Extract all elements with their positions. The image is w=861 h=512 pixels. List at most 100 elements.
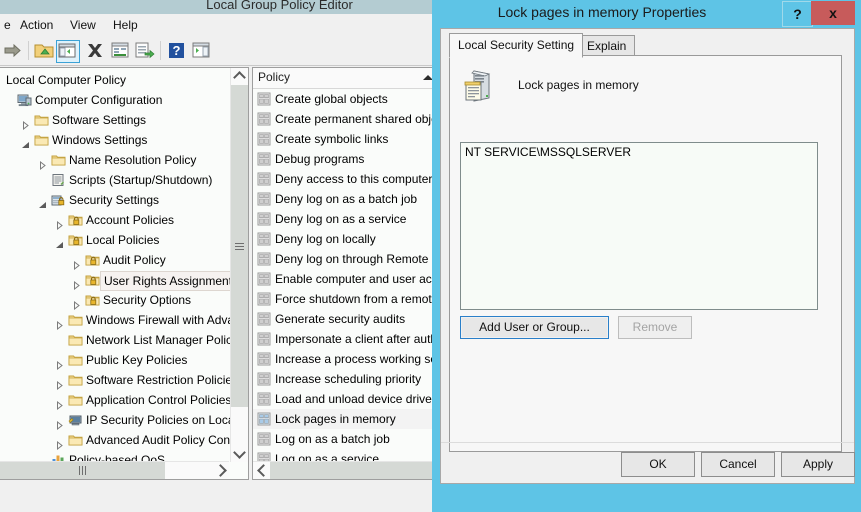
tree-item-application-control-policies[interactable]: Application Control Policies — [0, 390, 228, 410]
chevron-right-icon[interactable] — [21, 116, 30, 125]
policy-setting-icon — [257, 412, 271, 426]
chevron-right-icon[interactable] — [55, 316, 64, 325]
tree-item-audit-policy[interactable]: Audit Policy — [0, 250, 228, 270]
table-row[interactable]: Log on as a batch job — [253, 429, 439, 449]
tree-item-network-list-manager-policie[interactable]: Network List Manager Policie — [0, 330, 228, 350]
chevron-right-icon[interactable] — [55, 376, 64, 385]
tree-item-scripts-startup-shutdown[interactable]: Scripts (Startup/Shutdown) — [0, 170, 228, 190]
cancel-button[interactable]: Cancel — [701, 452, 775, 477]
table-row[interactable]: Increase scheduling priority — [253, 369, 439, 389]
export-list-icon[interactable] — [133, 40, 155, 61]
table-row[interactable]: Deny access to this computer — [253, 169, 439, 189]
forward-arrow-icon[interactable] — [2, 40, 24, 61]
policy-setting-icon — [257, 312, 271, 326]
tree-item-computer-configuration[interactable]: Computer Configuration — [0, 90, 228, 110]
policy-name-cell: Increase a process working set — [275, 352, 439, 366]
chevron-right-icon[interactable] — [55, 356, 64, 365]
remove-button: Remove — [618, 316, 692, 339]
show-hide-console-tree-icon[interactable] — [56, 40, 80, 63]
table-row[interactable]: Deny log on as a batch job — [253, 189, 439, 209]
table-row[interactable]: Deny log on locally — [253, 229, 439, 249]
chevron-right-icon[interactable] — [55, 436, 64, 445]
chevron-right-icon[interactable] — [55, 416, 64, 425]
table-row[interactable]: Increase a process working set — [253, 349, 439, 369]
policy-setting-icon — [257, 172, 271, 186]
chevron-down-icon[interactable] — [55, 236, 64, 245]
chevron-right-icon[interactable] — [55, 396, 64, 405]
dialog-close-button[interactable]: x — [811, 1, 855, 25]
column-header-policy[interactable]: Policy — [258, 70, 290, 84]
table-row[interactable]: Lock pages in memory — [253, 409, 439, 429]
tree-item-public-key-policies[interactable]: Public Key Policies — [0, 350, 228, 370]
table-row[interactable]: Force shutdown from a remot — [253, 289, 439, 309]
chevron-right-icon[interactable] — [38, 156, 47, 165]
chevron-down-icon[interactable] — [21, 136, 30, 145]
table-row[interactable]: Create symbolic links — [253, 129, 439, 149]
table-row[interactable]: Create permanent shared obje — [253, 109, 439, 129]
tree-item-security-options[interactable]: Security Options — [0, 290, 228, 310]
folder-lock-icon — [85, 253, 100, 267]
tree-hscrollbar-thumb[interactable] — [0, 462, 165, 479]
menu-action[interactable]: Action — [14, 17, 59, 33]
ok-button[interactable]: OK — [621, 452, 695, 477]
list-item[interactable]: NT SERVICE\MSSQLSERVER — [461, 143, 817, 161]
policy-list-hscrollbar-thumb[interactable] — [270, 462, 439, 479]
dialog-help-button[interactable]: ? — [782, 1, 813, 27]
help-icon[interactable]: ? — [166, 40, 188, 61]
chevron-right-icon[interactable] — [72, 256, 81, 265]
tree-scroll-right-button[interactable] — [212, 462, 229, 479]
add-user-or-group-button[interactable]: Add User or Group... — [460, 316, 609, 339]
tree-item-label: Security Options — [103, 290, 191, 310]
properties-icon[interactable] — [109, 40, 131, 61]
assigned-principals-listbox[interactable]: NT SERVICE\MSSQLSERVER — [460, 142, 818, 310]
policy-list-horizontal-scrollbar[interactable] — [253, 461, 439, 479]
tree-item-software-settings[interactable]: Software Settings — [0, 110, 228, 130]
tree-item-windows-settings[interactable]: Windows Settings — [0, 130, 228, 150]
tab-local-security-setting[interactable]: Local Security Setting — [449, 33, 583, 58]
tree-item-windows-firewall-with-advan[interactable]: Windows Firewall with Advan — [0, 310, 228, 330]
table-row[interactable]: Load and unload device driver — [253, 389, 439, 409]
chevron-right-icon[interactable] — [55, 216, 64, 225]
policy-setting-icon — [257, 372, 271, 386]
table-row[interactable]: Debug programs — [253, 149, 439, 169]
tree-item-account-policies[interactable]: Account Policies — [0, 210, 228, 230]
policy-setting-icon — [257, 192, 271, 206]
menu-help[interactable]: Help — [107, 17, 144, 33]
tree-item-label: IP Security Policies on Local C — [86, 410, 249, 430]
tree-horizontal-scrollbar[interactable] — [0, 461, 229, 479]
tree-item-local-policies[interactable]: Local Policies — [0, 230, 228, 250]
tree-item-user-rights-assignment[interactable]: User Rights Assignment — [0, 270, 228, 290]
delete-icon[interactable] — [84, 40, 106, 61]
table-row[interactable]: Create global objects — [253, 89, 439, 109]
policy-setting-icon — [257, 352, 271, 366]
apply-button[interactable]: Apply — [781, 452, 855, 477]
chevron-right-icon[interactable] — [72, 276, 81, 285]
tree-item-software-restriction-policies[interactable]: Software Restriction Policies — [0, 370, 228, 390]
tree-scroll-up-button[interactable] — [231, 68, 248, 85]
table-row[interactable]: Deny log on through Remote — [253, 249, 439, 269]
menu-view[interactable]: View — [64, 17, 102, 33]
dialog-titlebar[interactable]: Lock pages in memory Properties ? x — [432, 0, 861, 28]
tree-scroll-down-button[interactable] — [231, 445, 248, 462]
table-row[interactable]: Generate security audits — [253, 309, 439, 329]
policy-setting-icon — [257, 292, 271, 306]
chevron-down-icon[interactable] — [38, 196, 47, 205]
policy-name-cell: Log on as a batch job — [275, 432, 390, 446]
tree-vertical-scrollbar[interactable] — [230, 68, 248, 462]
tree-item-ip-security-policies-on-local-c[interactable]: IP Security Policies on Local C — [0, 410, 228, 430]
tree-item-name-resolution-policy[interactable]: Name Resolution Policy — [0, 150, 228, 170]
policy-list-header[interactable]: Policy — [253, 68, 439, 89]
tree-scrollbar-thumb[interactable] — [231, 85, 248, 407]
table-row[interactable]: Enable computer and user acc — [253, 269, 439, 289]
table-row[interactable]: Deny log on as a service — [253, 209, 439, 229]
tree-item-advanced-audit-policy-confi[interactable]: Advanced Audit Policy Confi — [0, 430, 228, 450]
lock-pages-in-memory-properties-dialog: Lock pages in memory Properties ? x Loca… — [432, 0, 861, 512]
chevron-right-icon[interactable] — [72, 296, 81, 305]
table-row[interactable]: Impersonate a client after auth — [253, 329, 439, 349]
policy-name-cell: Lock pages in memory — [275, 412, 396, 426]
up-one-level-icon[interactable] — [33, 40, 55, 61]
policy-list-scroll-left-button[interactable] — [253, 462, 270, 479]
tree-item-security-settings[interactable]: Security Settings — [0, 190, 228, 210]
tree-item-local-computer-policy[interactable]: Local Computer Policy — [0, 70, 228, 90]
show-hide-action-pane-icon[interactable] — [190, 40, 212, 61]
